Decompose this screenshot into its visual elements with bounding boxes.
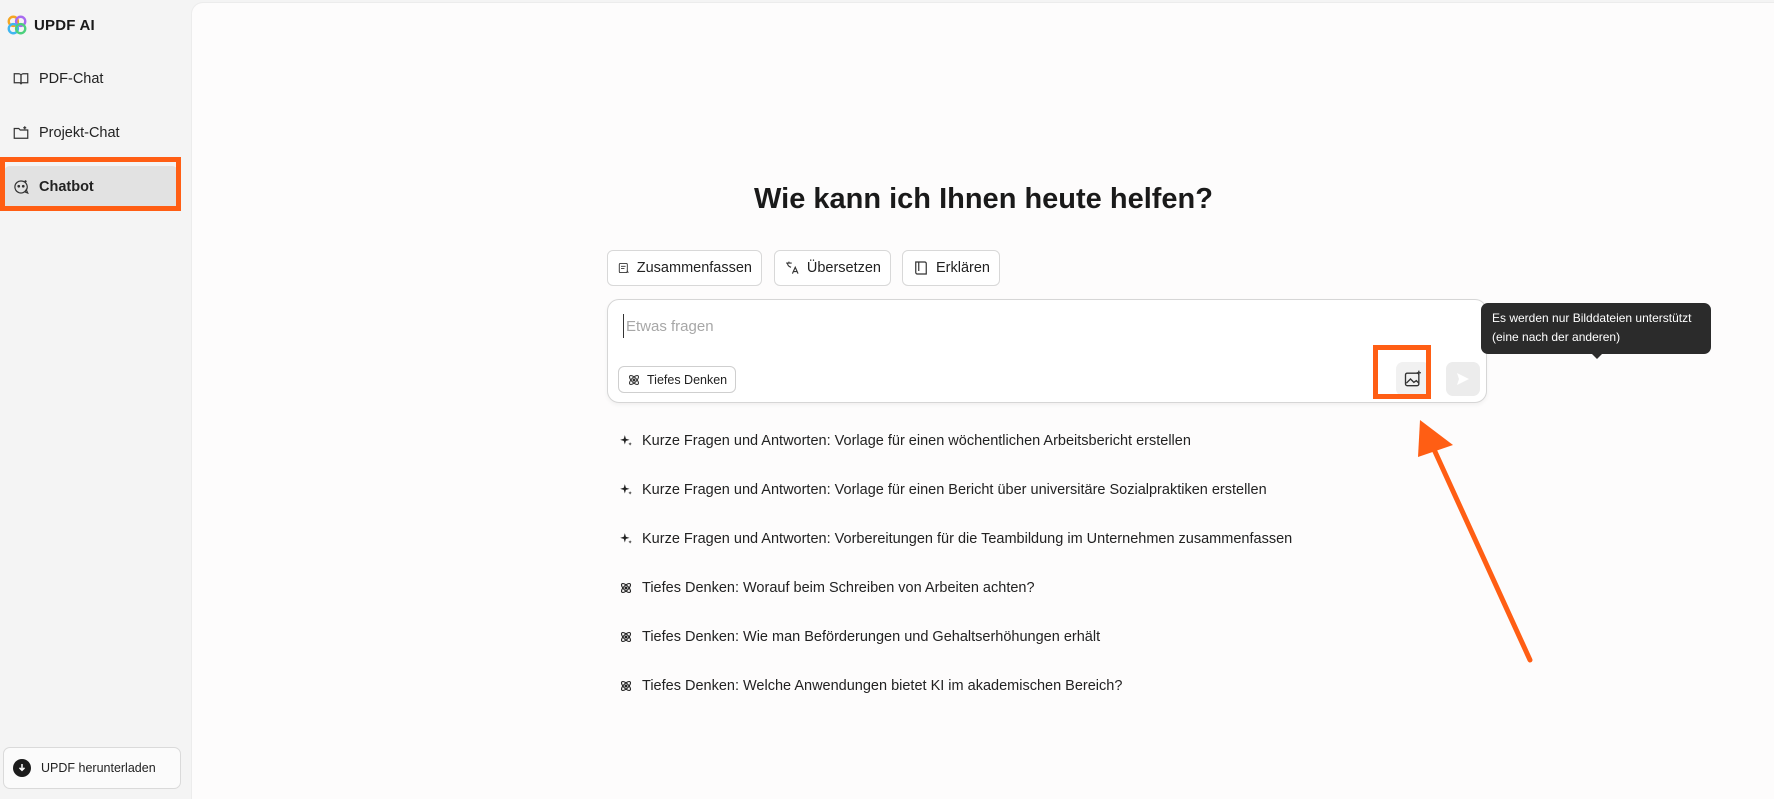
- suggestion-item[interactable]: Kurze Fragen und Antworten: Vorbereitung…: [619, 527, 1292, 551]
- suggestion-item[interactable]: Tiefes Denken: Worauf beim Schreiben von…: [619, 576, 1035, 600]
- quick-action-label: Zusammenfassen: [636, 260, 752, 276]
- suggestion-item[interactable]: Kurze Fragen und Antworten: Vorlage für …: [619, 429, 1191, 453]
- quick-action-summarize-button[interactable]: Zusammenfassen: [607, 250, 762, 286]
- suggestion-text: Kurze Fragen und Antworten: Vorbereitung…: [642, 531, 1293, 547]
- sidebar-item-pdf-chat[interactable]: PDF-Chat: [4, 58, 178, 100]
- ask-input[interactable]: [623, 314, 1223, 338]
- folder-add-icon: [13, 126, 29, 139]
- upload-tooltip: Es werden nur Bilddateien unterstützt (e…: [1481, 303, 1711, 354]
- main-panel: Wie kann ich Ihnen heute helfen? Zusamme…: [191, 2, 1774, 799]
- translate-icon: [786, 261, 799, 274]
- download-updf-button[interactable]: UPDF herunterladen: [3, 747, 181, 789]
- quick-action-explain-button[interactable]: Erklären: [902, 250, 1000, 286]
- tooltip-line-2: (eine nach der anderen): [1492, 330, 1621, 344]
- book-icon: [915, 261, 927, 275]
- sparkle-icon: [620, 533, 632, 544]
- quick-action-label: Übersetzen: [806, 260, 881, 276]
- sidebar: UPDF AI PDF-Chat Projekt-Chat Chatbot UP…: [0, 0, 190, 799]
- deep-thinking-toggle[interactable]: Tiefes Denken: [618, 366, 737, 393]
- atom-icon: [620, 680, 632, 692]
- suggestion-item[interactable]: Tiefes Denken: Wie man Beförderungen und…: [619, 625, 1100, 649]
- atom-icon: [620, 582, 632, 594]
- suggestion-item[interactable]: Tiefes Denken: Welche Anwendungen bietet…: [619, 674, 1122, 698]
- sidebar-item-label: Chatbot: [39, 179, 94, 195]
- send-button[interactable]: [1446, 362, 1480, 396]
- sidebar-item-projekt-chat[interactable]: Projekt-Chat: [4, 112, 178, 154]
- chatbot-icon: [14, 180, 29, 195]
- app-name: UPDF AI: [34, 16, 95, 34]
- suggestion-text: Kurze Fragen und Antworten: Vorlage für …: [642, 482, 1267, 498]
- tooltip-pointer: [1591, 353, 1603, 359]
- suggestion-text: Tiefes Denken: Welche Anwendungen bietet…: [642, 678, 1123, 694]
- download-label: UPDF herunterladen: [41, 761, 156, 775]
- download-icon: [13, 759, 31, 777]
- atom-icon: [620, 631, 632, 643]
- sidebar-item-label: PDF-Chat: [39, 71, 104, 87]
- sidebar-item-chatbot[interactable]: Chatbot: [4, 166, 178, 208]
- quick-action-label: Erklären: [936, 260, 990, 276]
- tooltip-line-1: Es werden nur Bilddateien unterstützt: [1492, 311, 1692, 325]
- sidebar-item-label: Projekt-Chat: [39, 125, 120, 141]
- image-add-icon: [1404, 370, 1421, 387]
- sparkle-icon: [620, 484, 632, 495]
- updf-logo-icon: [7, 15, 27, 35]
- page-title: Wie kann ich Ihnen heute helfen?: [754, 183, 1213, 215]
- deep-thinking-label: Tiefes Denken: [647, 372, 728, 387]
- upload-image-button[interactable]: [1396, 362, 1430, 396]
- book-open-icon: [13, 73, 29, 85]
- suggestion-text: Kurze Fragen und Antworten: Vorlage für …: [642, 433, 1191, 449]
- suggestion-text: Tiefes Denken: Worauf beim Schreiben von…: [642, 580, 1035, 596]
- app-logo[interactable]: UPDF AI: [6, 14, 95, 36]
- chat-input-box: Tiefes Denken: [607, 299, 1487, 403]
- quick-action-translate-button[interactable]: Übersetzen: [774, 250, 891, 286]
- suggestion-item[interactable]: Kurze Fragen und Antworten: Vorlage für …: [619, 478, 1267, 502]
- send-icon: [1457, 373, 1469, 385]
- suggestion-text: Tiefes Denken: Wie man Beförderungen und…: [642, 629, 1101, 645]
- summarize-icon: [618, 262, 629, 274]
- atom-icon: [629, 374, 639, 385]
- sparkle-icon: [620, 435, 632, 446]
